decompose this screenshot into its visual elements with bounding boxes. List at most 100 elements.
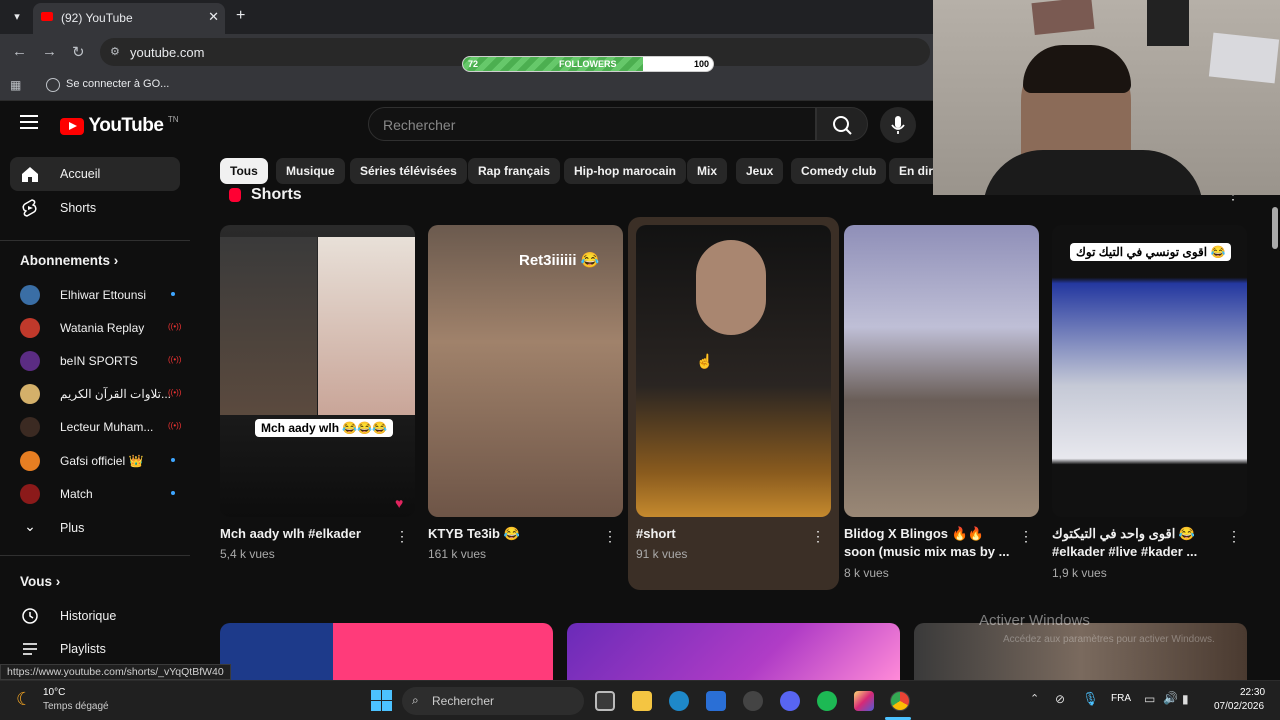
video-thumbnail[interactable] [914,623,1247,680]
language-indicator[interactable]: FRA [1111,693,1131,704]
microphone-icon[interactable]: 🎙 [1082,691,1099,707]
short-title[interactable]: #short [636,525,806,543]
sidebar-item-playlists[interactable]: Playlists [10,632,180,666]
short-title[interactable]: Blidog X Blingos 🔥🔥 soon (music mix mas … [844,525,1014,561]
volume-icon[interactable]: 🔊 [1163,691,1178,705]
followers-current: 72 [468,59,479,69]
channel-name: Match [60,487,93,501]
microsoft-store-icon[interactable] [706,691,726,711]
browser-tab-youtube[interactable]: (92) YouTube ✕ [33,3,225,34]
instagram-icon[interactable] [854,691,874,711]
close-tab-icon[interactable]: ✕ [208,9,219,25]
more-options-icon[interactable]: ⋮ [811,528,825,545]
sidebar-item-history[interactable]: Historique [10,599,180,633]
chevron-down-icon: ⌄ [24,518,36,534]
more-options-icon[interactable]: ⋮ [603,528,617,545]
task-view-icon[interactable] [595,691,615,711]
short-overlay-text: Ret3iiiiii 😂 [519,252,600,269]
more-options-icon[interactable]: ⋮ [395,528,409,545]
sidebar-item-label: Playlists [60,642,106,656]
new-tab-button[interactable]: + [236,7,245,25]
followers-goal: 100 [694,59,710,69]
followers-label: FOLLOWERS [559,59,617,69]
page-scrollbar[interactable] [1270,195,1280,680]
chip-french-rap[interactable]: Rap français [468,158,561,184]
file-explorer-icon[interactable] [632,691,652,711]
short-title[interactable]: اقوى واحد في التيكتوك 😂 #elkader #live #… [1052,525,1222,561]
clock-date[interactable]: 07/02/2026 [1214,701,1264,712]
chip-live[interactable]: En direct [889,158,935,184]
video-thumbnail[interactable] [220,623,553,680]
weather-temp[interactable]: 10°C [43,687,65,698]
menu-icon[interactable] [20,115,38,133]
chip-all[interactable]: Tous [220,158,268,184]
short-thumbnail[interactable]: Mch aady wlh 😂😂😂 ♥ [220,225,415,517]
short-thumbnail[interactable] [844,225,1039,517]
forward-arrow-icon[interactable]: → [42,43,57,60]
channel-avatar [20,484,40,504]
battery-icon[interactable]: ▮ [1182,692,1189,706]
apps-grid-icon[interactable]: ▦ [10,78,21,92]
bookmark-link[interactable]: Se connecter à GO... [66,78,169,90]
voice-search-button[interactable] [880,107,916,143]
search-input[interactable] [383,114,803,136]
spotify-icon[interactable] [817,691,837,711]
edge-browser-icon[interactable] [669,691,689,711]
network-off-icon[interactable]: ⊘ [1055,692,1065,706]
subscription-item[interactable]: Elhiwar Ettounsi [10,280,180,310]
subscription-item[interactable]: Watania Replay ((•)) [10,313,181,343]
channel-avatar [20,417,40,437]
link-status-url: https://www.youtube.com/shorts/_vYqQtBfW… [0,664,231,680]
wifi-icon[interactable]: ▭ [1144,692,1155,706]
subscription-item[interactable]: Gafsi officiel 👑 [10,446,180,476]
sidebar-item-home[interactable]: Accueil [10,157,180,191]
taskbar-search[interactable]: ⌕ Rechercher [402,687,584,715]
search-icon: ⌕ [412,693,419,707]
short-title[interactable]: KTYB Te3ib 😂 [428,525,598,543]
tab-search-button[interactable]: ▾ [8,8,26,26]
more-options-icon[interactable]: ⋮ [1227,528,1241,545]
weather-desc[interactable]: Temps dégagé [43,701,109,712]
obs-studio-icon[interactable] [743,691,763,711]
you-heading[interactable]: Vous › [20,574,60,589]
chip-games[interactable]: Jeux [736,158,784,184]
video-thumbnail[interactable] [567,623,900,680]
chip-mix[interactable]: Mix [687,158,728,184]
playlists-icon [23,643,37,655]
back-arrow-icon[interactable]: ← [12,43,27,60]
subscriptions-heading[interactable]: Abonnements › [20,253,118,268]
subscription-item[interactable]: Match [10,479,180,509]
windows-start-icon[interactable] [371,690,392,711]
scrollbar-thumb[interactable] [1272,207,1278,249]
youtube-favicon-icon [41,12,53,21]
more-options-icon[interactable]: ⋮ [1019,528,1033,545]
short-thumbnail[interactable]: Ret3iiiiii 😂 [428,225,623,517]
short-overlay-text: اقوى تونسي في التيك توك 😂 [1070,243,1232,261]
sidebar-item-shorts[interactable]: Shorts [10,191,180,225]
discord-icon[interactable] [780,691,800,711]
clock-time[interactable]: 22:30 [1240,687,1265,698]
shorts-heading-label: Shorts [251,186,302,203]
chrome-icon[interactable] [890,691,910,711]
chip-tv-series[interactable]: Séries télévisées [350,158,467,184]
reload-icon[interactable]: ↻ [72,43,85,61]
subscription-item[interactable]: Lecteur Muham... ((•)) [10,412,181,442]
search-button[interactable] [816,107,868,141]
channel-name: beIN SPORTS [60,354,138,368]
chip-comedy-club[interactable]: Comedy club [791,158,887,184]
site-info-icon[interactable]: ⚙ [110,45,120,58]
live-icon: ((•)) [168,355,182,364]
chevron-up-icon[interactable]: ⌃ [1030,692,1039,705]
chip-moroccan-hiphop[interactable]: Hip-hop marocain [564,158,687,184]
youtube-logo[interactable]: YouTube TN [60,115,179,137]
sidebar-item-label: Shorts [60,201,97,215]
chip-music[interactable]: Musique [276,158,345,184]
youtube-sidebar: Accueil Shorts Abonnements › Elhiwar Ett… [0,150,200,670]
weather-moon-icon[interactable]: ☾ [16,689,32,710]
short-title[interactable]: Mch aady wlh #elkader [220,525,390,543]
subscription-item[interactable]: beIN SPORTS ((•)) [10,346,182,376]
subscription-item[interactable]: تلاوات القرآن الكريم... ((•)) [10,379,181,409]
short-thumbnail[interactable]: ☝ [636,225,831,517]
sidebar-show-more[interactable]: ⌄ Plus [10,511,180,545]
short-thumbnail[interactable]: اقوى تونسي في التيك توك 😂 [1052,225,1247,517]
